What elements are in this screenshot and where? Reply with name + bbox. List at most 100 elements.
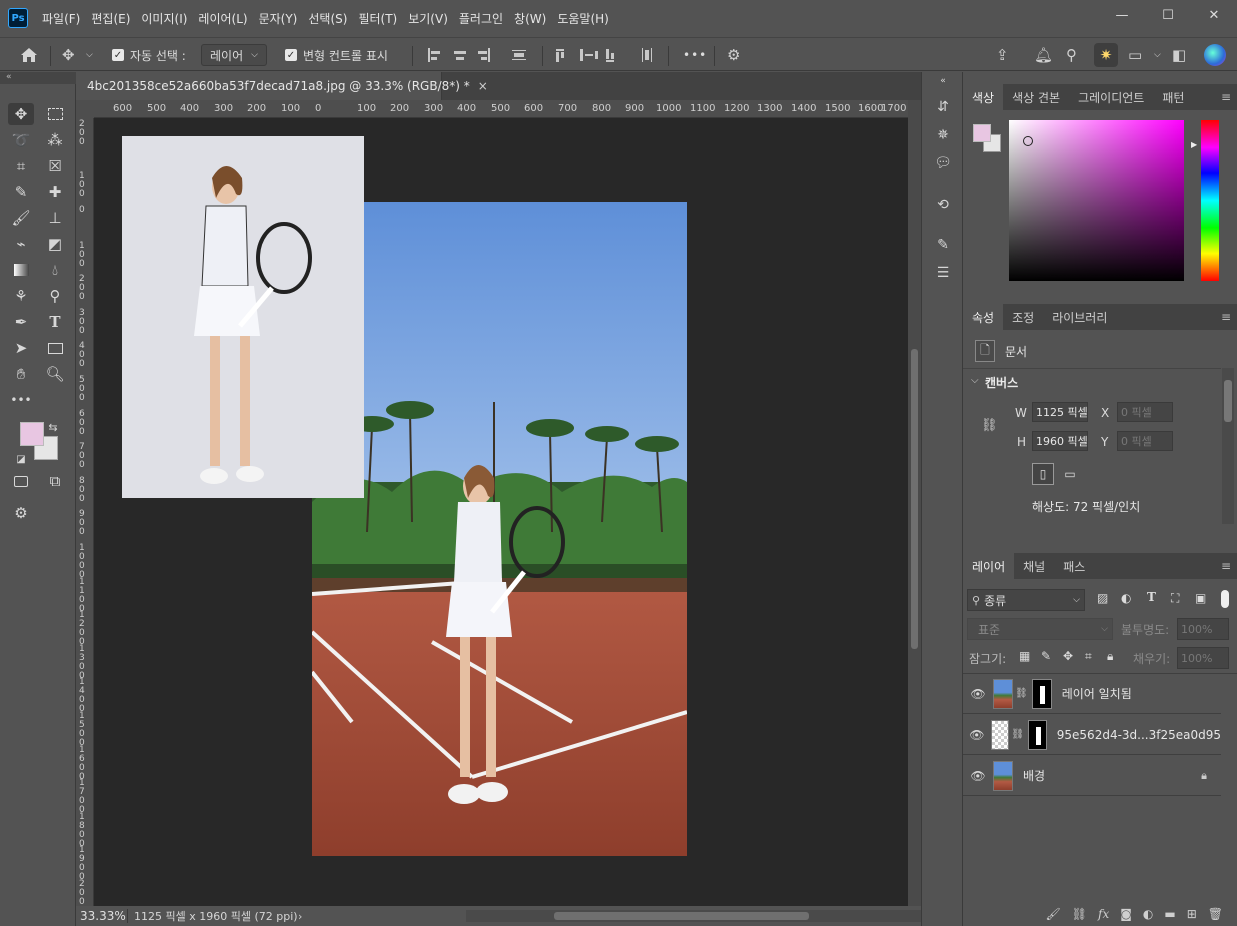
y-field[interactable]: 0 픽셀 <box>1117 431 1173 451</box>
align-top-icon[interactable] <box>556 38 564 72</box>
eye-icon[interactable]: 👁︎ <box>963 769 993 783</box>
color-foreground-swatch[interactable] <box>973 124 991 142</box>
portrait-orientation-icon[interactable]: ▯ <box>1032 463 1054 485</box>
layer-filter-kind-dropdown[interactable]: ⚲ 종류 ⌵ <box>967 589 1085 611</box>
tab-color[interactable]: 색상 <box>963 84 1004 110</box>
adjustment-layer-icon[interactable]: ◐ <box>1143 907 1153 921</box>
filter-shape-icon[interactable]: ⛶ <box>1171 591 1179 606</box>
menu-layer[interactable]: 레이어(L) <box>193 10 253 27</box>
quick-mask-icon[interactable] <box>8 470 34 492</box>
blur-tool-icon[interactable]: 💧︎ <box>42 259 68 281</box>
close-document-icon[interactable]: × <box>478 79 488 93</box>
align-right-icon[interactable] <box>478 38 490 72</box>
pen-tool-icon[interactable]: ✒ <box>8 311 34 333</box>
new-layer-icon[interactable]: ⊞ <box>1187 907 1197 921</box>
user-avatar[interactable] <box>1204 38 1226 72</box>
frame-tool-icon[interactable]: ☒ <box>42 155 68 177</box>
move-tool-icon[interactable]: ✥ <box>62 38 75 72</box>
properties-scrollbar[interactable] <box>1222 368 1234 524</box>
vertical-scroll-thumb[interactable] <box>911 349 918 649</box>
horizontal-scroll-thumb[interactable] <box>554 912 809 920</box>
zoom-level[interactable]: 33.33% <box>76 909 128 923</box>
crop-tool-icon[interactable]: ⌗ <box>8 155 34 177</box>
distribute-vertical-icon[interactable] <box>512 38 526 72</box>
brush-tool-icon[interactable]: 🖌︎ <box>8 207 34 229</box>
menu-type[interactable]: 문자(Y) <box>254 10 304 27</box>
discover-lightbulb-icon[interactable]: ✷ <box>1094 43 1118 67</box>
move-tool-icon[interactable]: ✥ <box>8 103 34 125</box>
layer-row[interactable]: 👁︎ 배경 🔒︎ <box>963 756 1221 796</box>
tab-paths[interactable]: 패스 <box>1054 553 1094 579</box>
link-layers-icon[interactable]: ⛓ <box>1072 907 1087 921</box>
status-menu-chevron-icon[interactable]: › <box>298 910 302 923</box>
magic-wand-tool-icon[interactable]: ⁂ <box>42 129 68 151</box>
marquee-tool-icon[interactable] <box>42 103 68 125</box>
menu-edit[interactable]: 편집(E) <box>86 10 136 27</box>
panel-menu-icon[interactable]: ≡ <box>1221 90 1231 104</box>
color-picker-cursor[interactable] <box>1023 136 1033 146</box>
menu-file[interactable]: 파일(F) <box>37 10 86 27</box>
minimize-button[interactable]: — <box>1099 0 1145 30</box>
layer-row[interactable]: 👁︎ ⛓ 레이어 일치됨 <box>963 674 1221 714</box>
layer-name[interactable]: 배경 <box>1023 767 1045 784</box>
align-center-icon[interactable] <box>454 38 466 72</box>
bell-icon[interactable]: 🔔︎ <box>1034 38 1053 72</box>
menu-filter[interactable]: 필터(T) <box>353 10 403 27</box>
more-tools-icon[interactable]: ••• <box>8 389 34 411</box>
dodge-tool-icon[interactable]: ⚘ <box>8 285 34 307</box>
panel-menu-icon[interactable]: ≡ <box>1221 310 1231 324</box>
link-dimensions-icon[interactable]: ⛓ <box>981 418 998 433</box>
x-field[interactable]: 0 픽셀 <box>1117 402 1173 422</box>
lock-pixels-icon[interactable]: ✎ <box>1041 649 1051 663</box>
trash-icon[interactable]: 🗑︎ <box>1208 907 1223 921</box>
lock-transparent-icon[interactable]: ▦ <box>1019 649 1030 663</box>
menu-help[interactable]: 도움말(H) <box>552 10 615 27</box>
default-colors-icon[interactable]: ◪ <box>14 448 28 470</box>
clone-stamp-tool-icon[interactable]: ⊥ <box>42 207 68 229</box>
menu-view[interactable]: 보기(V) <box>403 10 454 27</box>
share-icon[interactable]: ⇪ <box>996 38 1009 72</box>
menu-window[interactable]: 창(W) <box>509 10 552 27</box>
opacity-field[interactable]: 100% <box>1177 618 1229 640</box>
auto-select-checkbox[interactable]: ✓ <box>112 38 124 72</box>
landscape-orientation-icon[interactable]: ▭ <box>1059 463 1081 485</box>
tab-layers[interactable]: 레이어 <box>963 553 1015 579</box>
layer-name[interactable]: 레이어 일치됨 <box>1062 685 1132 702</box>
filter-adjustment-icon[interactable]: ◐ <box>1121 591 1131 605</box>
lasso-tool-icon[interactable]: ➰ <box>8 129 34 151</box>
document-canvas[interactable] <box>94 118 908 906</box>
navigator-panel-icon[interactable]: ⇵ <box>932 96 954 118</box>
zoom-tool-icon[interactable]: 🔍︎ <box>42 363 68 385</box>
tab-patterns[interactable]: 패턴 <box>1153 84 1193 110</box>
eye-icon[interactable]: 👁︎ <box>963 728 991 742</box>
eye-icon[interactable]: 👁︎ <box>963 687 993 701</box>
panel-menu-icon[interactable]: ≡ <box>1221 559 1231 573</box>
document-tab[interactable]: 4bc201358ce52a660ba53f7decad71a8.jpg @ 3… <box>76 72 488 100</box>
menu-select[interactable]: 선택(S) <box>303 10 353 27</box>
height-field[interactable]: 1960 픽셀 <box>1032 431 1088 451</box>
auto-select-dropdown[interactable]: 레이어 ⌵ <box>201 38 267 72</box>
type-tool-icon[interactable]: T <box>42 311 68 333</box>
hue-slider[interactable] <box>1201 120 1219 281</box>
layer-row[interactable]: 👁︎ ⛓ 95e562d4-3d...3f25ea0d95 <box>963 715 1221 755</box>
add-mask-icon[interactable]: ◙ <box>1120 907 1132 921</box>
eyedropper-tool-icon[interactable]: ✎ <box>8 181 34 203</box>
history-panel-icon[interactable]: ⟲ <box>932 194 954 216</box>
tab-properties[interactable]: 속성 <box>963 304 1004 330</box>
home-icon[interactable] <box>20 38 38 72</box>
close-window-button[interactable]: ✕ <box>1191 0 1237 30</box>
swap-colors-icon[interactable]: ⇆ <box>46 416 60 438</box>
filter-type-icon[interactable]: T <box>1147 590 1156 604</box>
maximize-button[interactable]: ☐ <box>1145 0 1191 30</box>
zoom-lens-icon[interactable]: ⚲ <box>42 285 68 307</box>
plugins-icon[interactable]: ◧ <box>1172 38 1186 72</box>
edit-toolbar-icon[interactable]: ⚙ <box>8 502 34 524</box>
workspace-icon[interactable]: ▭ <box>1128 38 1142 72</box>
align-middle-icon[interactable] <box>580 38 598 72</box>
eraser-tool-icon[interactable]: ◩ <box>42 233 68 255</box>
actions-panel-icon[interactable]: ✵ <box>932 124 954 146</box>
canvas-collapse-chevron-icon[interactable]: ⌵ <box>971 375 979 386</box>
filter-pixel-icon[interactable]: ▨ <box>1097 591 1108 605</box>
align-left-icon[interactable] <box>428 38 440 72</box>
tab-adjustments[interactable]: 조정 <box>1003 304 1043 330</box>
